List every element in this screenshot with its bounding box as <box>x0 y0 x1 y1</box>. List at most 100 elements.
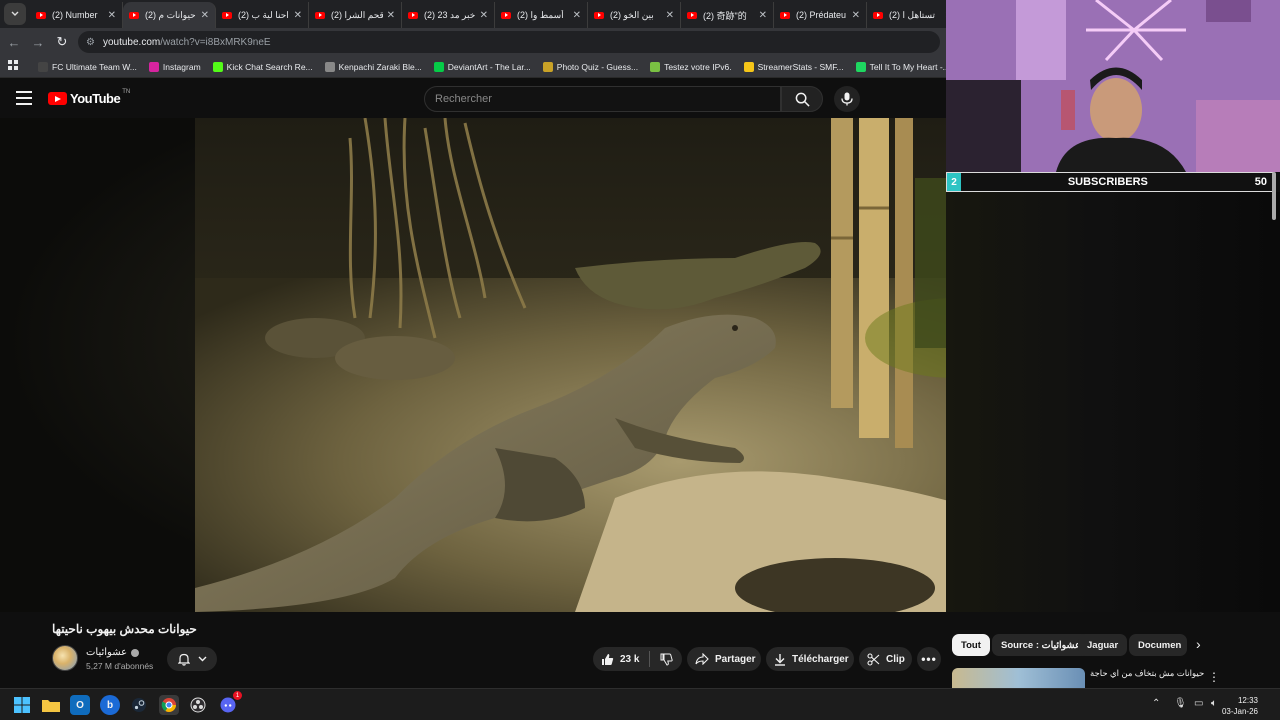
more-actions-button[interactable]: ••• <box>917 647 941 671</box>
tab-search-button[interactable] <box>4 3 26 25</box>
browser-tab[interactable]: (2) أسمط وا ✕ <box>495 2 588 28</box>
clip-button[interactable]: Clip <box>859 647 912 671</box>
youtube-favicon-icon <box>129 11 139 19</box>
tray-expand-icon[interactable]: ⌃ <box>1152 698 1160 709</box>
voice-search-button[interactable] <box>834 86 860 112</box>
back-button[interactable]: ← <box>2 35 26 50</box>
close-icon[interactable]: ✕ <box>480 10 488 21</box>
chip-source[interactable]: Source : عشوائيات <box>992 634 1090 656</box>
menu-icon[interactable] <box>16 91 32 105</box>
system-clock[interactable]: 12:33 03-Jan-26 <box>1222 695 1258 717</box>
browser-tab[interactable]: (2) حيوانات م ✕ <box>123 2 216 28</box>
bookmark-item[interactable]: FC Ultimate Team W... <box>38 61 137 72</box>
browser-tab[interactable]: (2) تستاهل ا✕ <box>867 2 946 28</box>
scissors-icon <box>867 652 880 666</box>
webcam-overlay <box>946 0 1280 172</box>
bookmark-item[interactable]: Testez votre IPv6. <box>650 61 732 72</box>
steam-icon[interactable] <box>129 695 149 715</box>
close-icon[interactable]: ✕ <box>666 10 674 21</box>
youtube-logo[interactable]: YouTube TN <box>48 88 131 106</box>
microphone-tray-icon[interactable]: 🎙︎ <box>1174 698 1187 709</box>
tab-title: (2) Prédateu <box>796 10 847 20</box>
bookmark-label: StreamerStats - SMF... <box>757 61 844 72</box>
chip-documentary[interactable]: Documen <box>1129 634 1187 656</box>
chip-jaguar[interactable]: Jaguar <box>1078 634 1128 656</box>
app-b-icon[interactable]: b <box>100 695 120 715</box>
share-label: Partager <box>715 653 756 665</box>
scrollbar-thumb[interactable] <box>1272 172 1276 220</box>
bookmark-item[interactable]: Kick Chat Search Re... <box>212 61 313 72</box>
chrome-icon[interactable] <box>159 695 179 715</box>
close-icon[interactable]: ✕ <box>201 10 209 21</box>
browser-tab[interactable]: (2) 23 خبر مد ✕ <box>402 2 495 28</box>
search-button[interactable] <box>781 86 823 112</box>
channel-avatar[interactable] <box>52 645 78 671</box>
download-button[interactable]: Télécharger <box>766 647 854 671</box>
browser-tab[interactable]: (2) احنا لية ب ✕ <box>216 2 309 28</box>
bookmark-favicon-icon <box>855 61 866 72</box>
close-icon[interactable]: ✕ <box>108 10 116 21</box>
more-vertical-icon[interactable]: ⋮ <box>1208 670 1220 684</box>
video-frame <box>195 118 946 612</box>
bookmark-item[interactable]: Kenpachi Zaraki Ble... <box>324 61 422 72</box>
browser-tab[interactable]: (2) بين الخو ✕ <box>588 2 681 28</box>
close-icon[interactable]: ✕ <box>387 10 395 21</box>
country-code: TN <box>122 88 131 95</box>
like-dislike-group: 23 k <box>593 647 682 671</box>
bookmark-label: Instagram <box>162 61 201 72</box>
video-player[interactable] <box>0 118 946 612</box>
download-label: Télécharger <box>792 653 849 665</box>
close-icon[interactable]: ✕ <box>294 10 302 21</box>
recommended-title[interactable]: حيوانات مش بتخاف من اي حاجة <box>1090 668 1204 679</box>
forward-button[interactable]: → <box>26 35 50 50</box>
close-icon[interactable]: ✕ <box>759 10 767 21</box>
bookmark-item[interactable]: Instagram <box>148 61 201 72</box>
discord-icon[interactable]: 1 <box>218 691 242 715</box>
bookmark-item[interactable]: Photo Quiz - Guess... <box>542 61 638 72</box>
like-button[interactable] <box>601 653 614 666</box>
volume-icon[interactable]: 🔈︎ <box>1211 698 1217 709</box>
thumbs-down-icon <box>660 653 674 666</box>
browser-tab[interactable]: (2) Prédateu ✕ <box>774 2 867 28</box>
notification-button[interactable] <box>167 647 217 671</box>
browser-tab[interactable]: (2) 奇跡"的 ✕ <box>681 2 774 28</box>
file-explorer-icon[interactable] <box>41 695 61 715</box>
browser-tab[interactable]: (2) اقحم الشرا ✕ <box>309 2 402 28</box>
reload-button[interactable]: ↻ <box>50 34 74 50</box>
bookmark-label: DeviantArt - The Lar... <box>447 61 531 72</box>
bookmark-item[interactable]: Tell It To My Heart -... <box>855 61 946 72</box>
search-input[interactable]: Rechercher <box>424 86 781 112</box>
like-count[interactable]: 23 k <box>620 654 639 665</box>
browser-tab[interactable]: (2) Number ✕ <box>30 2 123 28</box>
outlook-icon[interactable]: O <box>70 695 90 715</box>
tab-title: (2) احنا لية ب <box>238 9 289 20</box>
dislike-button[interactable] <box>660 653 674 666</box>
subscriber-count: 2 <box>947 173 961 191</box>
channel-name[interactable]: عشوائيات <box>86 647 127 658</box>
search-placeholder: Rechercher <box>435 93 492 105</box>
close-icon[interactable]: ✕ <box>573 10 581 21</box>
bookmark-item[interactable]: DeviantArt - The Lar... <box>433 61 531 72</box>
site-info-icon[interactable]: ⚙ <box>86 37 95 48</box>
youtube-favicon-icon <box>594 11 604 19</box>
youtube-favicon-icon <box>780 11 790 19</box>
apps-grid-icon[interactable] <box>0 60 26 73</box>
channel-name-row[interactable]: عشوائيات <box>86 647 140 658</box>
youtube-play-icon <box>48 92 67 105</box>
subscriber-goal-bar: 2 SUBSCRIBERS 50 <box>946 172 1274 192</box>
share-icon <box>695 653 709 665</box>
close-icon[interactable]: ✕ <box>852 10 860 21</box>
bookmark-item[interactable]: StreamerStats - SMF... <box>743 61 844 72</box>
recommended-thumbnail[interactable] <box>952 668 1085 690</box>
address-bar[interactable]: ⚙ youtube.com/watch?v=i8BxMRK9neE <box>78 31 940 53</box>
reload-icon: ↻ <box>56 34 68 49</box>
thumbs-up-icon <box>602 653 614 665</box>
windows-start-icon[interactable] <box>12 695 32 715</box>
video-title: حيوانات محدش بيهوب ناحيتها <box>52 622 197 636</box>
share-button[interactable]: Partager <box>687 647 761 671</box>
chevron-right-icon[interactable]: › <box>1196 636 1201 652</box>
chip-all[interactable]: Tout <box>952 634 990 656</box>
obs-icon[interactable] <box>188 695 208 715</box>
network-icon[interactable]: ▭ <box>1194 698 1203 709</box>
arrow-right-icon: → <box>31 34 45 50</box>
